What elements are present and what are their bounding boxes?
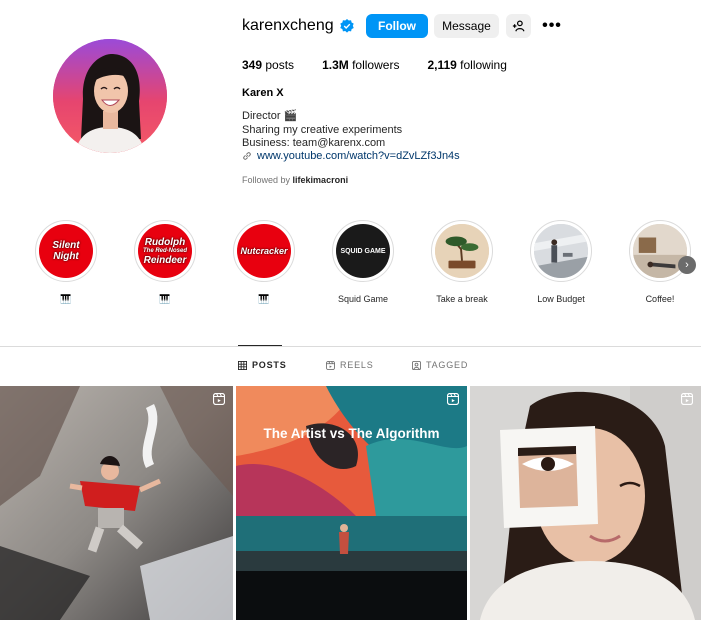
followed-by[interactable]: Followed by lifekimacroni [242, 175, 348, 185]
follow-button[interactable]: Follow [366, 14, 428, 38]
active-tab-indicator [238, 345, 282, 346]
tagged-icon [412, 360, 421, 370]
tabs-divider [0, 346, 701, 347]
profile-photo [53, 39, 167, 153]
highlight-squid-game[interactable]: SQUID GAME Squid Game [330, 220, 396, 305]
post-image [236, 386, 467, 620]
followers-count: 1.3M [322, 58, 349, 72]
profile-avatar[interactable] [53, 39, 167, 153]
message-button[interactable]: Message [434, 14, 499, 38]
post-image [470, 386, 701, 620]
following-stat[interactable]: 2,119 following [427, 58, 506, 72]
bio-line: Business: team@karenx.com [242, 137, 386, 149]
post-caption: The Artist vs The Algorithm [263, 426, 440, 441]
post-thumbnail[interactable] [470, 386, 701, 620]
username: karenxcheng [242, 17, 334, 34]
bio-line: Director 🎬 [242, 110, 298, 122]
bio-line: Sharing my creative experiments [242, 123, 403, 136]
story-highlights: Silent Night 🎹 Rudolph The Red-Nosed Rei… [0, 220, 701, 312]
highlight-cover-text: Nutcracker [240, 245, 288, 256]
username-row: karenxcheng [242, 13, 354, 39]
highlight-cover [431, 220, 493, 282]
highlight-nutcracker[interactable]: Nutcracker 🎹 [231, 220, 297, 305]
suggested-accounts-button[interactable] [506, 14, 531, 38]
highlight-cover-text: Silent Night [52, 240, 80, 262]
reel-icon [447, 393, 459, 405]
post-thumbnail[interactable]: The Artist vs The Algorithm [236, 386, 467, 620]
highlight-cover-text-group: Rudolph The Red-Nosed Reindeer [143, 237, 187, 266]
highlight-cover-text2: Reindeer [143, 254, 187, 266]
grid-icon [238, 360, 247, 370]
tab-posts[interactable]: POSTS [238, 360, 287, 370]
profile-link[interactable]: www.youtube.com/watch?v=dZvLZf3Jn4s [242, 150, 460, 162]
add-person-icon [512, 20, 524, 32]
bio: Director 🎬 Sharing my creative experimen… [242, 110, 402, 151]
posts-stat[interactable]: 349 posts [242, 58, 294, 72]
highlight-cover-inner [534, 224, 588, 278]
following-count: 2,119 [427, 58, 457, 72]
highlight-label: Coffee! [645, 294, 675, 304]
reels-icon [326, 360, 335, 370]
highlight-cover: SQUID GAME [332, 220, 394, 282]
highlight-cover-inner: Rudolph The Red-Nosed Reindeer [138, 224, 192, 278]
highlight-cover-inner [435, 224, 489, 278]
link-icon [243, 152, 251, 160]
tab-label: REELS [340, 360, 374, 370]
reel-icon [681, 393, 693, 405]
followed-by-prefix: Followed by [242, 175, 291, 185]
highlight-cover-inner: Silent Night [39, 224, 93, 278]
post-image [0, 386, 233, 620]
highlight-cover-inner: Nutcracker [237, 224, 291, 278]
highlight-cover-inner: SQUID GAME [336, 224, 390, 278]
post-thumbnail[interactable] [0, 386, 233, 620]
bonsai-image [435, 224, 489, 278]
full-name: Karen X [242, 87, 284, 99]
followed-by-user: lifekimacroni [292, 175, 349, 185]
highlight-cover-text: Rudolph [144, 236, 186, 248]
profile-stats: 349 posts 1.3M followers 2,119 following [242, 58, 535, 72]
highlight-silent-night[interactable]: Silent Night 🎹 [33, 220, 99, 305]
highlight-label: Take a break [436, 294, 488, 304]
highlight-label: Low Budget [537, 294, 585, 304]
more-options-button[interactable]: ••• [540, 14, 564, 38]
profile-tabs: POSTS REELS TAGGED [0, 360, 701, 374]
highlight-cover: Nutcracker [233, 220, 295, 282]
highlight-label: 🎹 [258, 294, 270, 304]
highlight-label: Squid Game [337, 294, 389, 304]
highlight-rudolph[interactable]: Rudolph The Red-Nosed Reindeer 🎹 [132, 220, 198, 305]
highlight-take-a-break[interactable]: Take a break [429, 220, 495, 305]
highlights-next-button[interactable]: › [678, 256, 696, 274]
followers-stat[interactable]: 1.3M followers [322, 58, 399, 72]
followers-label: followers [352, 58, 400, 72]
highlight-label: 🎹 [159, 294, 171, 304]
tab-label: TAGGED [426, 360, 469, 370]
following-label: following [460, 58, 507, 72]
tab-label: POSTS [252, 360, 287, 370]
airport-image [534, 224, 588, 278]
highlight-low-budget[interactable]: Low Budget [528, 220, 594, 305]
highlight-cover [530, 220, 592, 282]
verified-badge-icon [339, 19, 354, 33]
highlight-label: 🎹 [60, 294, 72, 304]
chevron-right-icon: › [685, 259, 689, 271]
tab-reels[interactable]: REELS [326, 360, 374, 370]
reel-icon [213, 393, 225, 405]
highlight-cover-text: SQUID GAME [340, 247, 386, 255]
posts-count: 349 [242, 58, 263, 72]
tab-tagged[interactable]: TAGGED [412, 360, 468, 370]
profile-link-text: www.youtube.com/watch?v=dZvLZf3Jn4s [257, 150, 460, 162]
highlight-cover-subtext: The Red-Nosed [142, 247, 187, 254]
highlight-cover: Silent Night [35, 220, 97, 282]
highlight-cover: Rudolph The Red-Nosed Reindeer [134, 220, 196, 282]
posts-label: posts [265, 58, 295, 72]
